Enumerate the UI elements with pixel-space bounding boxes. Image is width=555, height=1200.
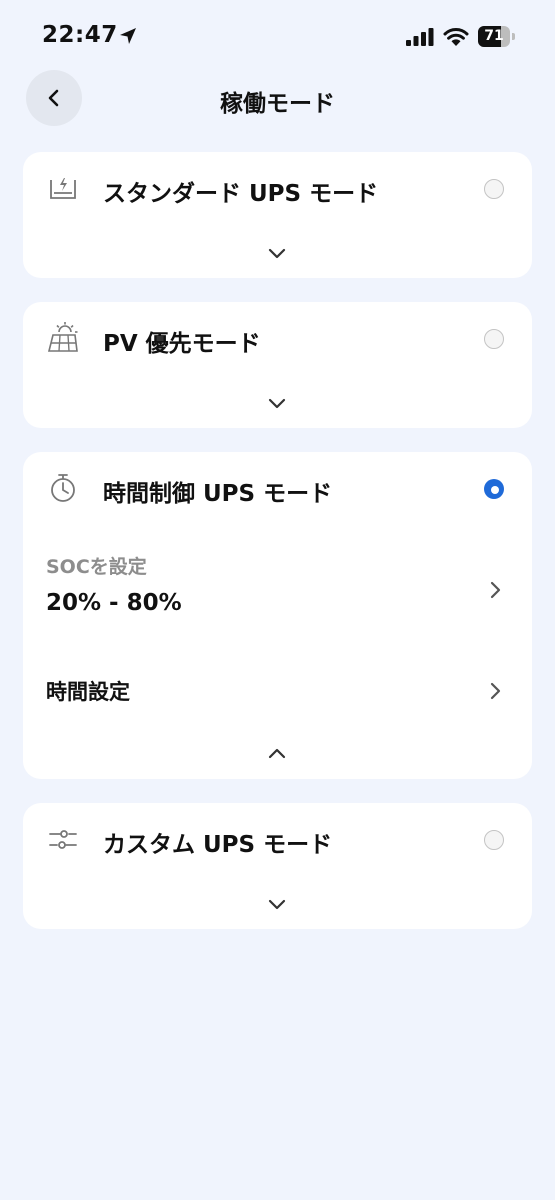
mode-label-time-controlled-ups: 時間制御 UPS モード [103, 481, 333, 507]
cellular-signal-icon [406, 28, 434, 46]
battery-indicator: 71 [478, 26, 516, 47]
mode-row-time-controlled-ups[interactable]: 時間制御 UPS モード [23, 452, 532, 528]
header: 稼働モード [0, 70, 555, 128]
time-setting-row[interactable]: 時間設定 [23, 676, 532, 706]
time-setting-label: 時間設定 [46, 680, 130, 704]
wifi-icon [443, 28, 469, 46]
status-bar: 22:47 71 [0, 0, 555, 70]
expand-chevron-down-icon[interactable] [267, 897, 287, 911]
mode-label-custom-ups: カスタム UPS モード [103, 832, 333, 858]
mode-card-custom-ups: カスタム UPS モード [23, 803, 532, 929]
battery-percentage: 71 [484, 28, 504, 44]
soc-setting-value: 20% - 80% [46, 590, 182, 616]
chevron-right-icon [490, 682, 501, 700]
collapse-chevron-up-icon[interactable] [267, 747, 287, 761]
chevron-right-icon [490, 581, 501, 599]
solar-panel-icon [47, 322, 78, 352]
expand-chevron-down-icon[interactable] [267, 246, 287, 260]
page-title: 稼働モード [220, 91, 335, 117]
status-time: 22:47 [42, 22, 118, 48]
soc-setting-caption: SOCを設定 [46, 556, 147, 578]
ups-battery-icon [50, 178, 76, 199]
expand-chevron-down-icon[interactable] [267, 396, 287, 410]
mode-card-pv-priority: PV 優先モード [23, 302, 532, 428]
mode-card-time-controlled-ups: 時間制御 UPS モード SOCを設定 20% - 80% 時間設定 [23, 452, 532, 779]
location-arrow-icon [120, 28, 136, 44]
radio-pv-priority[interactable] [484, 329, 504, 349]
radio-time-controlled-ups[interactable] [484, 479, 504, 499]
mode-label-pv-priority: PV 優先モード [103, 331, 261, 357]
mode-row-standard-ups[interactable]: スタンダード UPS モード [23, 152, 532, 228]
mode-label-standard-ups: スタンダード UPS モード [103, 181, 379, 207]
soc-setting-row[interactable]: SOCを設定 20% - 80% [23, 552, 532, 626]
radio-standard-ups[interactable] [484, 179, 504, 199]
mode-card-standard-ups: スタンダード UPS モード [23, 152, 532, 278]
timer-icon [51, 474, 75, 502]
mode-row-custom-ups[interactable]: カスタム UPS モード [23, 803, 532, 879]
mode-row-pv-priority[interactable]: PV 優先モード [23, 302, 532, 378]
sliders-icon [49, 830, 77, 849]
radio-custom-ups[interactable] [484, 830, 504, 850]
